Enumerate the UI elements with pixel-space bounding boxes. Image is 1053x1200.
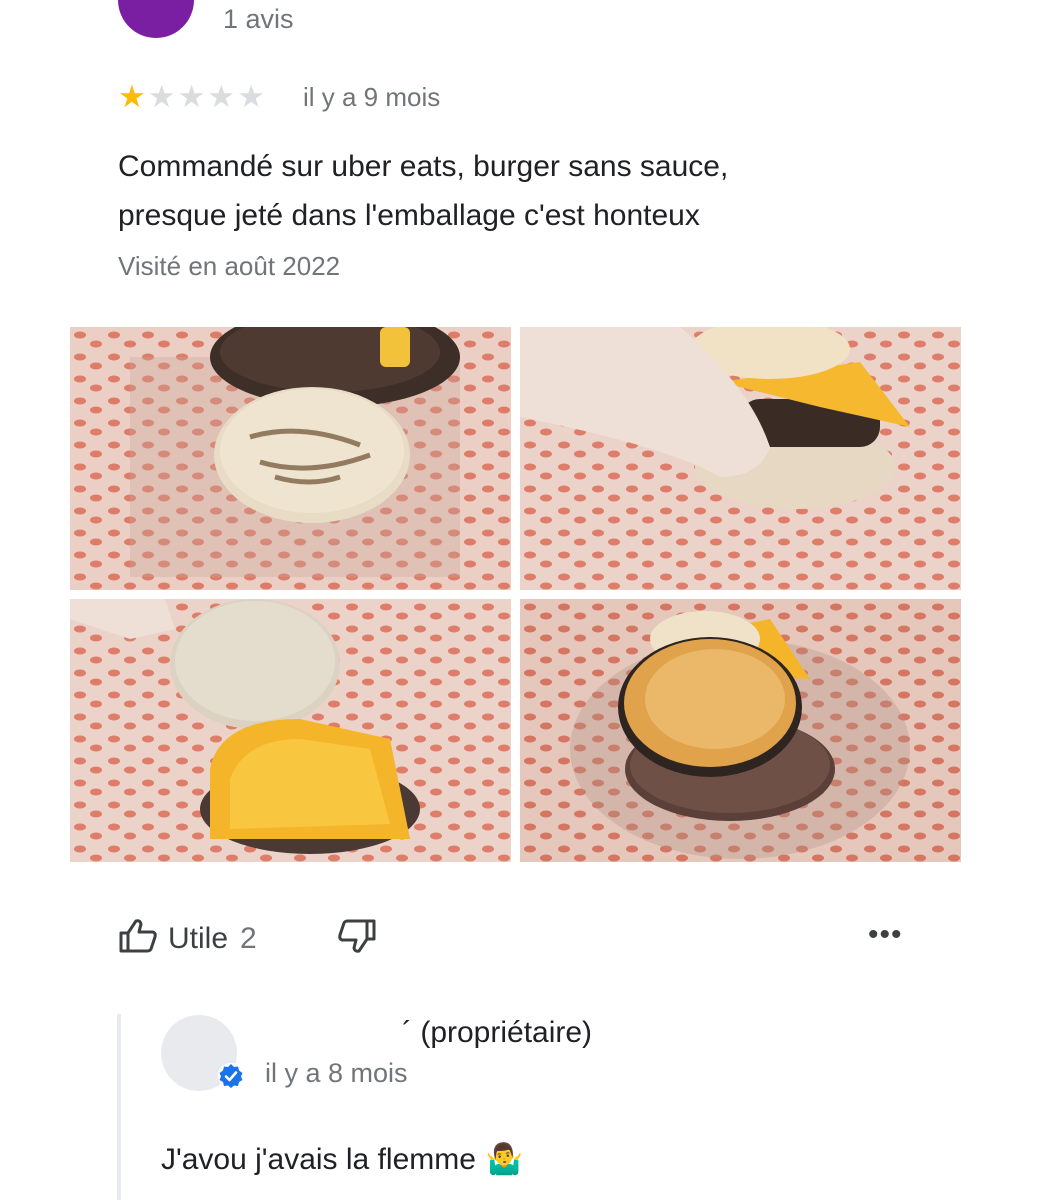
reply-text: J'avou j'avais la flemme 🤷‍♂️ [161,1142,523,1177]
visited-date: Visité en août 2022 [118,251,341,281]
helpful-label: Utile [168,921,229,955]
thumbs-up-icon [118,918,158,959]
review-text-line: presque jeté dans l'emballage c'est hont… [118,199,700,232]
review-text: Commandé sur uber eats, burger sans sauc… [118,142,878,240]
helpful-button[interactable]: Utile 2 [118,918,257,959]
reply-divider [117,1014,121,1200]
star-icon: ★ [177,79,206,114]
reply-text-content: J'avou j'avais la flemme [161,1142,476,1176]
reply-date: il y a 8 mois [265,1058,408,1088]
more-options-button[interactable]: ••• [868,920,903,950]
verified-badge-icon [217,1062,245,1090]
thumbs-down-icon [337,919,377,958]
review-photo-4[interactable] [520,599,961,862]
helpful-count: 2 [240,921,257,955]
review-date: il y a 9 mois [303,82,441,112]
star-icon: ★ [147,79,176,114]
reviewer-review-count[interactable]: 1 avis [223,4,294,35]
star-icon: ★ [118,79,146,114]
not-helpful-button[interactable] [337,918,377,959]
review-photo-2[interactable] [520,327,961,590]
review-text-line: Commandé sur uber eats, burger sans sauc… [118,150,729,183]
star-icon: ★ [207,79,236,114]
shrug-emoji-icon: 🤷‍♂️ [485,1143,524,1176]
owner-name: ´ (propriétaire) [402,1016,593,1049]
star-icon: ★ [237,79,265,114]
review-photo-1[interactable] [70,327,511,590]
review-photo-3[interactable] [70,599,511,862]
star-rating: ★ ★ ★ ★ ★ [118,79,265,114]
